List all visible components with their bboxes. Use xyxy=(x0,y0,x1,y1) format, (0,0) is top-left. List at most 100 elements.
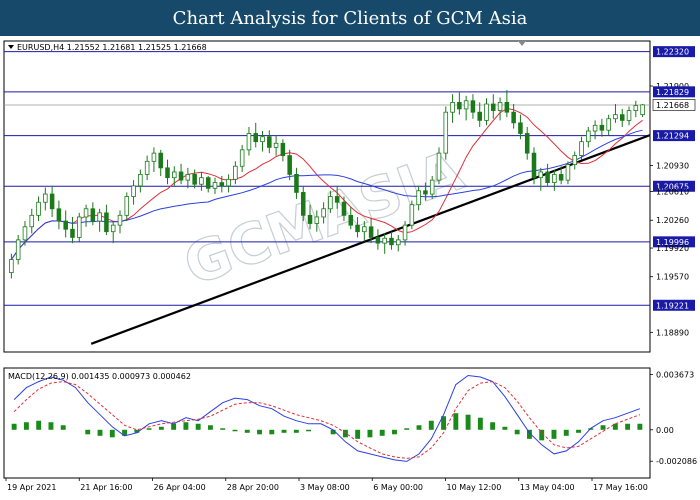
time-tick-label: 6 May 00:00 xyxy=(373,483,423,492)
price-tag-text: 1.21829 xyxy=(656,88,689,97)
candle-body xyxy=(504,101,510,113)
macd-tick-label: 0.00 xyxy=(656,426,674,435)
candle xyxy=(409,200,415,230)
candle-body xyxy=(592,124,598,132)
candle-body xyxy=(110,224,116,233)
candle-body xyxy=(497,101,503,111)
time-tick-label: 17 May 16:00 xyxy=(593,483,648,492)
candle-body xyxy=(22,226,28,241)
price-tag-text: 1.21668 xyxy=(656,101,689,110)
candle-body xyxy=(29,214,35,228)
candle-body xyxy=(314,216,320,224)
symbol-info: EURUSD,H4 1.21552 1.21681 1.21525 1.2166… xyxy=(17,43,207,52)
candle-body xyxy=(640,104,645,116)
candle-body xyxy=(104,212,109,233)
candle-body xyxy=(205,177,211,189)
candle-body xyxy=(362,226,367,233)
candle-body xyxy=(178,171,184,181)
macd-tick-label: 0.003673 xyxy=(656,370,694,379)
candle-body xyxy=(429,179,435,195)
candle-body xyxy=(260,136,265,143)
candle-body xyxy=(131,185,136,197)
price-tag-text: 1.19221 xyxy=(656,301,689,310)
candle-body xyxy=(144,160,150,175)
candle-body xyxy=(280,142,286,156)
candle-body xyxy=(450,101,455,113)
candle-body xyxy=(70,228,75,238)
candle xyxy=(76,212,82,242)
candle-body xyxy=(565,164,571,181)
candle-body xyxy=(579,141,584,156)
macd-label: MACD(12,26,9) 0.001435 0.000973 0.000462 xyxy=(8,372,191,381)
price-tick-label: 1.20930 xyxy=(656,161,689,170)
price-tag-text: 1.22320 xyxy=(656,48,689,57)
candle-body xyxy=(409,204,415,226)
candle-body xyxy=(36,201,41,216)
time-tick-label: 10 May 12:00 xyxy=(447,483,502,492)
candle-body xyxy=(368,226,374,238)
price-tick-label: 1.18890 xyxy=(656,328,689,337)
price-tick-label: 1.19920 xyxy=(656,244,689,253)
candle-body xyxy=(233,165,238,180)
candle-body xyxy=(511,111,516,124)
time-axis: 19 Apr 2021 21 Apr 16:00 26 Apr 04:00 28 Ap… xyxy=(5,478,648,492)
candle-body xyxy=(619,114,625,121)
candle-body xyxy=(558,174,564,181)
candle-body xyxy=(49,193,55,210)
candle-body xyxy=(402,224,408,241)
candle-body xyxy=(219,182,225,187)
candle-body xyxy=(307,214,313,224)
price-label-tag: 1.19221 xyxy=(653,299,695,311)
candle-body xyxy=(463,100,469,110)
candle-body xyxy=(436,152,442,181)
candle-body xyxy=(172,171,177,179)
candle-body xyxy=(287,155,292,175)
price-tick-label: 1.19570 xyxy=(656,273,689,282)
candle-body xyxy=(226,178,231,187)
candle-body xyxy=(416,190,421,206)
candle-body xyxy=(334,196,340,203)
candle-body xyxy=(246,133,252,151)
price-tick-label: 1.20610 xyxy=(656,188,689,197)
candle xyxy=(436,147,442,185)
candle-body xyxy=(389,237,394,246)
candle-body xyxy=(117,214,123,226)
candle-body xyxy=(633,105,639,111)
candle-body xyxy=(239,149,245,167)
chart-title: Chart Analysis for Clients of GCM Asia xyxy=(0,0,700,36)
candle-body xyxy=(328,196,333,210)
time-tick-label: 28 Apr 20:00 xyxy=(227,483,279,492)
candle-body xyxy=(382,237,387,244)
candle-body xyxy=(375,237,381,244)
price-label-tag: 1.21294 xyxy=(653,130,695,142)
candle-body xyxy=(294,174,299,193)
candle-body xyxy=(524,133,530,154)
candle-body xyxy=(470,100,476,113)
candle-body xyxy=(90,208,96,222)
candle-body xyxy=(165,167,170,179)
candle-body xyxy=(158,152,163,169)
candle-body xyxy=(9,259,14,274)
candle-body xyxy=(341,201,347,216)
candle-body xyxy=(253,133,259,143)
candle-body xyxy=(199,177,204,185)
price-tick-label: 1.20260 xyxy=(656,216,689,225)
candle-body xyxy=(185,174,191,181)
candle-body xyxy=(599,124,605,131)
candle-body xyxy=(83,208,89,218)
candle-body xyxy=(212,182,218,189)
candle-body xyxy=(484,103,489,121)
candle-body xyxy=(15,239,21,260)
candle-body xyxy=(395,239,401,246)
chart-canvas[interactable]: GCMASIA 1.223201.219001.218291.216681.21… xyxy=(0,36,700,500)
candle-body xyxy=(545,171,550,183)
candle-body xyxy=(267,136,272,148)
candle-body xyxy=(613,114,618,120)
candle-body xyxy=(56,208,62,222)
candle-body xyxy=(151,152,157,162)
candle-body xyxy=(273,142,279,148)
candle-body xyxy=(355,224,360,233)
candle xyxy=(443,106,449,160)
price-label-tag: 1.22320 xyxy=(653,46,695,58)
price-axis: 1.223201.219001.218291.216681.212941.209… xyxy=(650,46,696,337)
